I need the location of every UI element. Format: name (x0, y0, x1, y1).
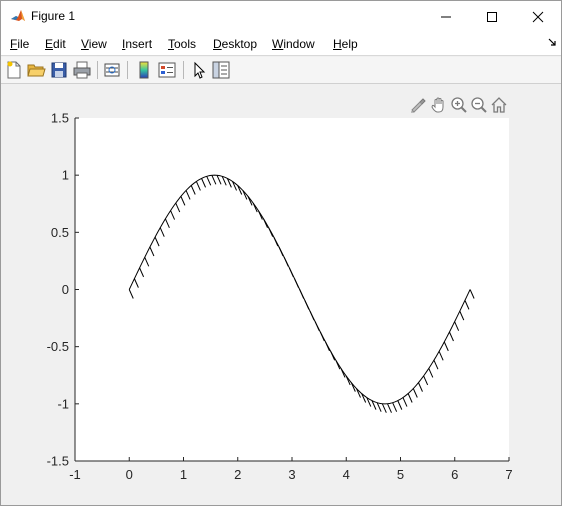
x-tick-label: 2 (234, 467, 241, 482)
x-tick-label: 5 (397, 467, 404, 482)
x-tick-label: 6 (451, 467, 458, 482)
x-tick-label: 7 (505, 467, 512, 482)
y-tick-label: 1 (62, 168, 69, 183)
y-tick-label: 1.5 (51, 111, 69, 126)
x-tick-label: 0 (126, 467, 133, 482)
y-tick-label: 0 (62, 282, 69, 297)
axes-background (75, 118, 509, 461)
x-tick-label: 4 (343, 467, 350, 482)
y-tick-label: -1.5 (47, 454, 69, 469)
y-tick-label: -1 (57, 396, 69, 411)
plot-svg: -1 0 1 2 3 4 5 6 71.510.50-0.5-1-1.5 (47, 111, 513, 483)
y-tick-label: -0.5 (47, 339, 69, 354)
x-tick-label: -1 (69, 467, 81, 482)
y-tick-label: 0.5 (51, 225, 69, 240)
x-tick-label: 3 (288, 467, 295, 482)
figure-window: Figure 1 File Edit View Insert Tools Des… (0, 0, 562, 506)
x-tick-label: 1 (180, 467, 187, 482)
